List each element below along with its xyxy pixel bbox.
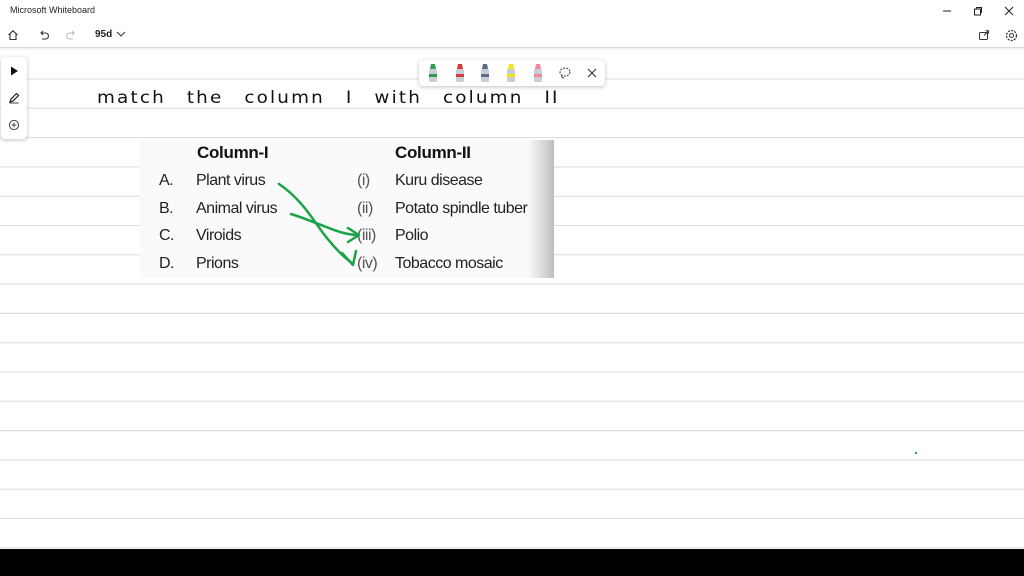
board-menu-button[interactable] — [115, 27, 127, 46]
blue-pen-icon — [481, 64, 489, 82]
row-item: Animal virus — [196, 199, 278, 217]
column-2-header: Column-II — [395, 143, 471, 162]
row-match: Tobacco mosaic — [395, 254, 503, 272]
restore-button[interactable] — [962, 0, 993, 22]
add-icon — [8, 119, 20, 131]
row-number: (iii) — [357, 227, 376, 244]
share-icon — [979, 30, 989, 40]
yellow-highlighter[interactable] — [501, 63, 521, 83]
row-item: Prions — [196, 254, 239, 272]
app-title: Microsoft Whiteboard — [10, 5, 96, 15]
column-1-header: Column-I — [197, 143, 269, 162]
minimize-button[interactable] — [931, 0, 962, 22]
restore-icon — [973, 7, 982, 16]
pasted-table-image[interactable]: Column-I Column-II A. Plant virus (i) Kuru … — [140, 140, 554, 278]
select-arrow-icon — [11, 66, 18, 76]
undo-button[interactable] — [35, 26, 53, 44]
chevron-down-icon — [116, 31, 126, 37]
home-icon — [8, 30, 18, 41]
row-letter: A. — [159, 172, 174, 189]
whiteboard-window: Microsoft Whiteboard 95d match the colum… — [0, 0, 1024, 549]
close-tray-button[interactable] — [582, 63, 602, 83]
select-tool[interactable] — [5, 62, 23, 80]
pink-eraser[interactable] — [528, 63, 548, 83]
undo-icon — [40, 30, 49, 40]
row-match: Kuru disease — [395, 172, 483, 189]
row-item: Viroids — [196, 227, 242, 244]
row-number: (i) — [357, 172, 370, 189]
scan-shadow — [528, 140, 554, 278]
row-number: (iv) — [357, 254, 378, 272]
pink-eraser-icon — [534, 64, 542, 82]
red-pen-icon — [456, 64, 464, 82]
green-pen[interactable] — [423, 63, 443, 83]
settings-icon — [1005, 29, 1017, 41]
left-tool-strip — [1, 57, 27, 139]
row-letter: B. — [159, 199, 174, 217]
lasso-select-button[interactable] — [555, 63, 575, 83]
ruled-lines — [0, 78, 1024, 549]
row-match: Potato spindle tuber — [395, 199, 528, 217]
share-button[interactable] — [975, 26, 993, 44]
pen-tool[interactable] — [5, 89, 23, 107]
close-icon — [587, 68, 597, 78]
red-pen[interactable] — [450, 63, 470, 83]
handwritten-text[interactable]: match the column I with column II — [97, 88, 560, 108]
whiteboard-canvas[interactable] — [0, 49, 1024, 549]
settings-button[interactable] — [1002, 26, 1020, 44]
redo-icon — [66, 30, 75, 40]
add-tool[interactable] — [5, 116, 23, 134]
row-letter: D. — [159, 254, 175, 272]
row-letter: C. — [159, 227, 175, 244]
row-match: Polio — [395, 227, 429, 244]
board-name[interactable]: 95d — [95, 29, 112, 40]
title-bar: Microsoft Whiteboard — [0, 0, 1024, 22]
yellow-highlighter-icon — [507, 64, 515, 82]
app-toolbar: 95d — [0, 22, 1024, 48]
green-pen-icon — [429, 64, 437, 82]
home-button[interactable] — [4, 26, 22, 44]
row-number: (ii) — [357, 199, 373, 217]
taskbar-area — [0, 549, 1024, 576]
lasso-icon — [559, 67, 571, 79]
redo-button[interactable] — [62, 26, 80, 44]
pen-tray — [419, 60, 605, 86]
close-icon — [1004, 6, 1013, 16]
row-item: Plant virus — [196, 172, 266, 189]
close-window-button[interactable] — [993, 0, 1024, 22]
minimize-icon — [942, 10, 951, 12]
blue-pen[interactable] — [475, 63, 495, 83]
ink-dot — [915, 452, 917, 454]
pen-icon — [9, 92, 20, 104]
